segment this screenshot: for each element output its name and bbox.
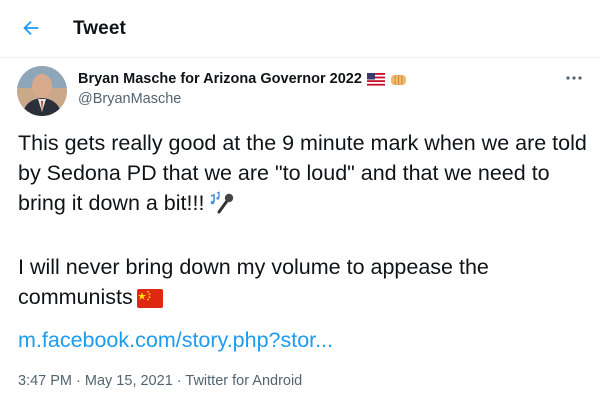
more-dots-icon [566, 76, 582, 80]
author-handle[interactable]: @BryanMasche [78, 91, 181, 107]
arrow-left-icon [23, 20, 39, 36]
tweet-time[interactable]: 3:47 PM [18, 373, 72, 389]
tweet-paragraph-1: This gets really good at the 9 minute ma… [18, 128, 588, 222]
author-display-name[interactable]: Bryan Masche for Arizona Governor 2022 [78, 71, 362, 87]
music-microphone-icon [208, 190, 234, 222]
meta-separator: · [172, 373, 186, 389]
more-options-button[interactable] [561, 68, 587, 88]
avatar[interactable] [17, 66, 67, 116]
tweet-header: Tweet [0, 0, 600, 58]
us-flag-icon [366, 72, 385, 86]
fist-bump-icon [390, 72, 407, 87]
back-button[interactable] [14, 11, 48, 45]
tweet-metadata: 3:47 PM · May 15, 2021 · Twitter for And… [18, 373, 302, 389]
page-title: Tweet [73, 18, 126, 39]
tweet-source[interactable]: Twitter for Android [185, 373, 302, 389]
meta-separator: · [72, 373, 85, 389]
china-flag-icon [136, 286, 163, 316]
tweet-link[interactable]: m.facebook.com/story.php?stor... [18, 328, 333, 353]
tweet-text: This gets really good at the 9 minute ma… [18, 128, 588, 316]
tweet-paragraph-2: I will never bring down my volume to app… [18, 252, 588, 316]
tweet-date[interactable]: May 15, 2021 [85, 373, 173, 389]
author-name-row: Bryan Masche for Arizona Governor 2022 [78, 69, 407, 89]
